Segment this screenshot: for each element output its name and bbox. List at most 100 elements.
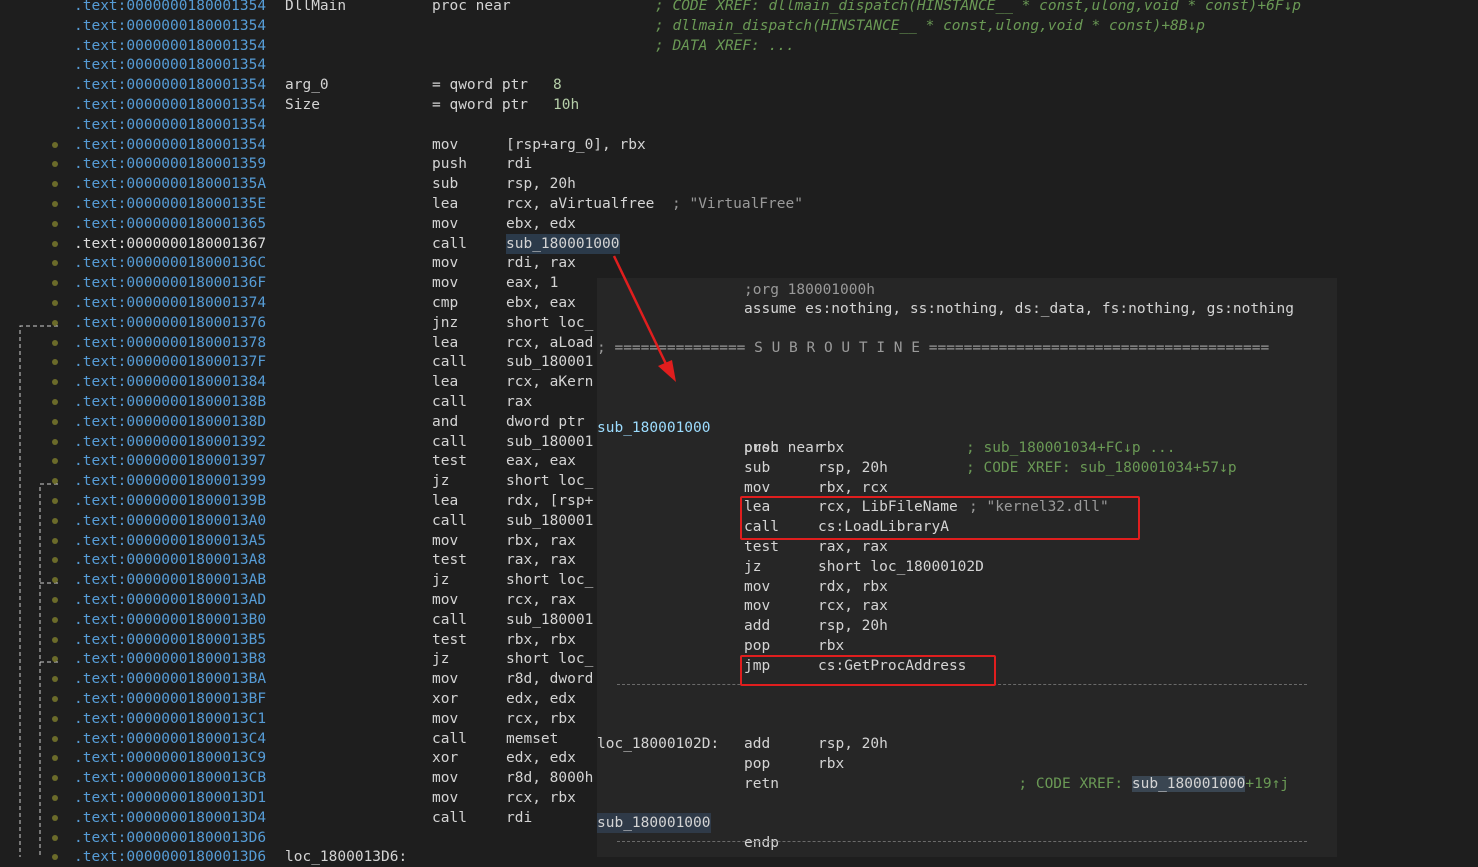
row-address[interactable]: .text:00000001800013CB bbox=[74, 768, 266, 788]
row-address[interactable]: .text:000000018000137F bbox=[74, 352, 266, 372]
row-address[interactable]: .text:0000000180001365 bbox=[74, 214, 266, 234]
row-operand[interactable]: rbx, rax bbox=[506, 531, 576, 551]
breakpoint-dot-icon[interactable] bbox=[52, 696, 58, 702]
row-operand[interactable]: rbx, rbx bbox=[506, 630, 576, 650]
row-operand[interactable]: rdi bbox=[506, 154, 532, 174]
row-address[interactable]: .text:00000001800013AB bbox=[74, 570, 266, 590]
row-address[interactable]: .text:0000000180001354 bbox=[74, 0, 266, 16]
breakpoint-dot-icon[interactable] bbox=[52, 498, 58, 504]
row-address[interactable]: .text:00000001800013BA bbox=[74, 669, 266, 689]
row-operand[interactable]: 10h bbox=[553, 95, 579, 115]
func-xref-1[interactable]: ; CODE XREF: sub_180001034+57↓p bbox=[966, 458, 1237, 478]
row-operand[interactable]: rcx, aLoad bbox=[506, 333, 593, 353]
row-address[interactable]: .text:00000001800013A8 bbox=[74, 550, 266, 570]
row-address[interactable]: .text:0000000180001354 bbox=[74, 16, 266, 36]
func-instr-operand[interactable]: rdx, rbx bbox=[818, 577, 888, 597]
row-address[interactable]: .text:00000001800013A0 bbox=[74, 511, 266, 531]
row-operand[interactable]: sub_180001 bbox=[506, 610, 593, 630]
row-address[interactable]: .text:0000000180001399 bbox=[74, 471, 266, 491]
func-instr-operand[interactable]: short loc_18000102D bbox=[818, 557, 984, 577]
row-address[interactable]: .text:000000018000138D bbox=[74, 412, 266, 432]
row-address[interactable]: .text:0000000180001359 bbox=[74, 154, 266, 174]
func-instr-operand[interactable]: rbx bbox=[818, 438, 844, 458]
row-address[interactable]: .text:000000018000136F bbox=[74, 273, 266, 293]
row-operand[interactable]: rax bbox=[506, 392, 532, 412]
row-address[interactable]: .text:00000001800013D6 bbox=[74, 828, 266, 848]
row-operand[interactable]: short loc_ bbox=[506, 471, 593, 491]
breakpoint-dot-icon[interactable] bbox=[52, 141, 58, 148]
row-address[interactable]: .text:000000018000139B bbox=[74, 491, 266, 511]
row-address[interactable]: .text:00000001800013B5 bbox=[74, 630, 266, 650]
func-instr-operand[interactable]: rbx bbox=[818, 636, 844, 656]
func-instr-operand[interactable]: rsp, 20h bbox=[818, 458, 888, 478]
row-operand[interactable]: sub_180001 bbox=[506, 352, 593, 372]
row-operand[interactable]: r8d, 8000h bbox=[506, 768, 593, 788]
row-operand[interactable]: rdi, rax bbox=[506, 253, 576, 273]
breakpoint-dot-icon[interactable] bbox=[52, 854, 58, 861]
row-operand[interactable]: short loc_ bbox=[506, 313, 593, 333]
row-address[interactable]: .text:0000000180001354 bbox=[74, 75, 266, 95]
row-operand[interactable]: rcx, aKern bbox=[506, 372, 593, 392]
row-address[interactable]: .text:0000000180001397 bbox=[74, 451, 266, 471]
loc-instr-operand[interactable]: rbx bbox=[818, 754, 844, 774]
row-operand[interactable]: sub_180001 bbox=[506, 432, 593, 452]
row-address[interactable]: .text:00000001800013BF bbox=[74, 689, 266, 709]
row-operand[interactable]: r8d, dword bbox=[506, 669, 593, 689]
endp-label[interactable]: sub_180001000 bbox=[597, 813, 711, 833]
breakpoint-dot-icon[interactable] bbox=[52, 240, 58, 247]
row-operand[interactable]: memset bbox=[506, 729, 558, 749]
row-address[interactable]: .text:00000001800013C4 bbox=[74, 729, 266, 749]
breakpoint-dot-icon[interactable] bbox=[52, 319, 58, 326]
row-operand[interactable]: rcx, rbx bbox=[506, 788, 576, 808]
row-address[interactable]: .text:0000000180001354 bbox=[74, 115, 266, 135]
row-operand[interactable]: 8 bbox=[553, 75, 562, 95]
row-operand[interactable]: rdi bbox=[506, 808, 532, 828]
row-operand[interactable]: rdx, [rsp+ bbox=[506, 491, 593, 511]
breakpoint-dot-icon[interactable] bbox=[52, 418, 58, 425]
row-operand[interactable]: short loc_ bbox=[506, 649, 593, 669]
breakpoint-dot-icon[interactable] bbox=[52, 517, 58, 524]
loc-label[interactable]: loc_18000102D: bbox=[597, 734, 719, 754]
breakpoint-dot-icon[interactable] bbox=[52, 339, 58, 346]
row-address[interactable]: .text:0000000180001374 bbox=[74, 293, 266, 313]
func-instr-operand[interactable]: rcx, rax bbox=[818, 596, 888, 616]
breakpoint-dot-icon[interactable] bbox=[52, 537, 58, 544]
breakpoint-dot-icon[interactable] bbox=[52, 814, 58, 821]
row-address[interactable]: .text:0000000180001354 bbox=[74, 55, 266, 75]
row-operand[interactable]: eax, 1 bbox=[506, 273, 558, 293]
row-address[interactable]: .text:00000001800013D1 bbox=[74, 788, 266, 808]
row-operand[interactable]: sub_180001 bbox=[506, 511, 593, 531]
breakpoint-dot-icon[interactable] bbox=[52, 399, 58, 405]
row-operand[interactable]: rsp, 20h bbox=[506, 174, 576, 194]
row-address[interactable]: .text:0000000180001378 bbox=[74, 333, 266, 353]
row-address[interactable]: .text:0000000180001376 bbox=[74, 313, 266, 333]
breakpoint-dot-icon[interactable] bbox=[52, 438, 58, 445]
breakpoint-dot-icon[interactable] bbox=[52, 616, 58, 623]
row-operand[interactable]: rcx, rbx bbox=[506, 709, 576, 729]
row-address[interactable]: .text:00000001800013C9 bbox=[74, 748, 266, 768]
row-operand[interactable]: dword ptr bbox=[506, 412, 585, 432]
row-operand[interactable]: rax, rax bbox=[506, 550, 576, 570]
row-address[interactable]: .text:0000000180001354 bbox=[74, 36, 266, 56]
row-address[interactable]: .text:00000001800013AD bbox=[74, 590, 266, 610]
row-address[interactable]: .text:000000018000135E bbox=[74, 194, 266, 214]
row-address[interactable]: .text:00000001800013D4 bbox=[74, 808, 266, 828]
row-operand[interactable]: ebx, edx bbox=[506, 214, 576, 234]
func-instr-operand[interactable]: rax, rax bbox=[818, 537, 888, 557]
row-address[interactable]: .text:00000001800013D6 bbox=[74, 847, 266, 867]
func-instr-operand[interactable]: rbx, rcx bbox=[818, 478, 888, 498]
breakpoint-dot-icon[interactable] bbox=[52, 201, 58, 207]
breakpoint-dot-icon[interactable] bbox=[52, 834, 58, 841]
row-operand[interactable]: sub_180001000 bbox=[506, 233, 620, 254]
row-address[interactable]: .text:00000001800013C1 bbox=[74, 709, 266, 729]
loc-xref-target[interactable]: sub_180001000 bbox=[1131, 776, 1246, 792]
row-operand[interactable]: eax, eax bbox=[506, 451, 576, 471]
row-address[interactable]: .text:0000000180001354 bbox=[74, 95, 266, 115]
breakpoint-dot-icon[interactable] bbox=[52, 597, 58, 603]
func-xref-2[interactable]: ; sub_180001034+FC↓p ... bbox=[966, 438, 1176, 458]
row-address[interactable]: .text:0000000180001384 bbox=[74, 372, 266, 392]
row-operand[interactable]: edx, edx bbox=[506, 748, 576, 768]
row-operand[interactable]: edx, edx bbox=[506, 689, 576, 709]
breakpoint-dot-icon[interactable] bbox=[52, 220, 58, 227]
row-address[interactable]: .text:00000001800013B0 bbox=[74, 610, 266, 630]
